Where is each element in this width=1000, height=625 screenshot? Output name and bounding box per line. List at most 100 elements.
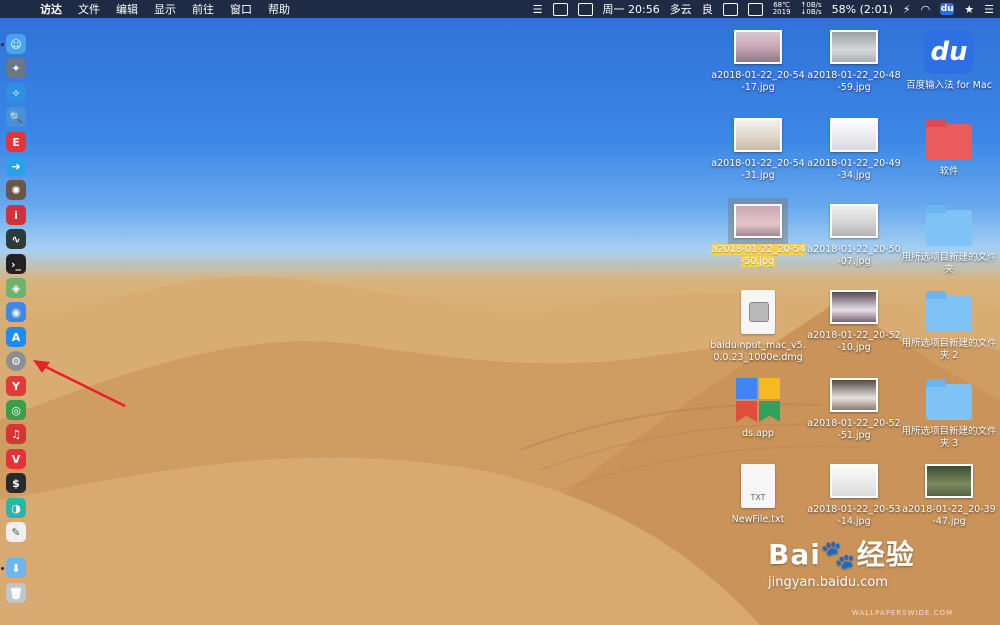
desktop-item-label-text: a2018-01-22_20-54-31.jpg — [711, 158, 805, 181]
image-thumbnail-icon — [830, 30, 878, 64]
migrate-icon[interactable]: ➜ — [6, 156, 26, 176]
netease-icon[interactable]: i — [6, 205, 26, 225]
image-thumbnail-icon — [734, 30, 782, 64]
desktop-item-label-text: a2018-01-22_20-54-50.jpg — [710, 244, 806, 267]
screenshot-icon[interactable] — [722, 2, 738, 16]
desktop-item-13[interactable]: ds.app — [710, 378, 806, 440]
ds-tile-icon — [736, 401, 757, 422]
desktop-item-label-text: a2018-01-22_20-54-17.jpg — [711, 70, 805, 93]
baidu-input-app-icon: du — [924, 30, 974, 74]
music-icon[interactable]: ♫ — [6, 424, 26, 444]
desktop-item-label: NewFile.txt — [710, 514, 806, 526]
activity-icon[interactable]: ∿ — [6, 229, 26, 249]
console-icon[interactable]: $ — [6, 473, 26, 493]
desktop-item-label-text: baiduinput_mac_v5.0.0.23_1000e.dmg — [710, 340, 806, 363]
desktop-item-label: a2018-01-22_20-39-47.jpg — [901, 504, 997, 528]
dock-running-indicator — [1, 567, 4, 570]
net-down: ↓0B/s — [800, 8, 822, 16]
ds-tile-icon — [736, 378, 757, 399]
disk-image-icon — [741, 290, 775, 334]
network-speed[interactable]: ↑0B/s ↓0B/s — [801, 2, 822, 16]
desktop-item-label: a2018-01-22_20-53-14.jpg — [806, 504, 902, 528]
desktop-item-label-text: a2018-01-22_20-52-10.jpg — [807, 330, 901, 353]
desktop-item-8[interactable]: a2018-01-22_20-50-07.jpg — [806, 204, 902, 268]
desktop-item-16[interactable]: TXT NewFile.txt — [710, 464, 806, 526]
desktop-item-label-text: 用所选项目新建的文件夹 3 — [901, 426, 997, 449]
clock[interactable]: 周一 20:56 — [603, 1, 660, 17]
list-icon[interactable]: ☰ — [533, 3, 543, 16]
desktop-item-6[interactable]: 软件 — [901, 118, 997, 178]
desktop-item-3[interactable]: du 百度输入法 for Mac — [901, 30, 997, 92]
desktop-item-5[interactable]: a2018-01-22_20-49-34.jpg — [806, 118, 902, 182]
desktop-item-label: a2018-01-22_20-50-07.jpg — [806, 244, 902, 268]
menu-window[interactable]: 窗口 — [230, 1, 252, 17]
appstore-icon[interactable]: A — [6, 327, 26, 347]
finder-icon[interactable]: ☺ — [6, 34, 26, 54]
desktop-item-label-text: a2018-01-22_20-53-14.jpg — [807, 504, 901, 527]
cleaner-icon[interactable]: ◑ — [6, 498, 26, 518]
desktop-item-1[interactable]: a2018-01-22_20-54-17.jpg — [710, 30, 806, 94]
weather[interactable]: 多云 — [670, 1, 692, 17]
menu-bar: 访达 文件 编辑 显示 前往 窗口 帮助 ☰ 周一 20:56 多云 良 68℃… — [0, 0, 1000, 18]
launchpad-icon[interactable]: ✦ — [6, 58, 26, 78]
baidu-input-menu-icon[interactable]: du — [940, 3, 955, 15]
maps-icon[interactable]: ◈ — [6, 278, 26, 298]
desktop-item-11[interactable]: a2018-01-22_20-52-10.jpg — [806, 290, 902, 354]
baidu-jingyan-watermark: Bai🐾经验 jingyan.baidu.com — [768, 533, 998, 609]
menu-edit[interactable]: 编辑 — [116, 1, 138, 17]
desktop-item-label-text: 用所选项目新建的文件夹 — [901, 252, 997, 275]
desktop-item-label: 软件 — [901, 166, 997, 178]
menu-help[interactable]: 帮助 — [268, 1, 290, 17]
safari-icon[interactable]: ✧ — [6, 83, 26, 103]
disk-glyph-icon — [749, 302, 769, 322]
desktop-item-17[interactable]: a2018-01-22_20-53-14.jpg — [806, 464, 902, 528]
desktop-item-14[interactable]: a2018-01-22_20-52-51.jpg — [806, 378, 902, 442]
notification-center-icon[interactable]: ☰ — [984, 3, 994, 16]
display-icon[interactable] — [552, 2, 568, 16]
ds-tile-icon — [759, 378, 780, 399]
siri-icon[interactable]: ◉ — [6, 302, 26, 322]
downloads-folder-icon[interactable]: ⬇ — [6, 558, 26, 578]
chrome-icon[interactable]: ◎ — [6, 400, 26, 420]
desktop-item-label: 用所选项目新建的文件夹 — [901, 252, 997, 276]
ds-app-icon — [736, 378, 780, 422]
desktop-item-7[interactable]: a2018-01-22_20-54-50.jpg — [710, 198, 806, 268]
temperature-readout[interactable]: 68℃ 2019 — [773, 2, 791, 16]
desktop-item-10[interactable]: baiduinput_mac_v5.0.0.23_1000e.dmg — [710, 290, 806, 364]
image-thumbnail-icon — [830, 290, 878, 324]
preview-icon[interactable]: 🔍 — [6, 107, 26, 127]
system-preferences-icon[interactable]: ⚙ — [6, 351, 26, 371]
desktop[interactable]: 访达 文件 编辑 显示 前往 窗口 帮助 ☰ 周一 20:56 多云 良 68℃… — [0, 0, 1000, 625]
menu-file[interactable]: 文件 — [78, 1, 100, 17]
desktop-item-label-text: a2018-01-22_20-50-07.jpg — [807, 244, 901, 267]
menu-go[interactable]: 前往 — [192, 1, 214, 17]
desktop-item-12[interactable]: 用所选项目新建的文件夹 2 — [901, 290, 997, 362]
battery-status[interactable]: 58% (2:01) — [832, 3, 893, 16]
wifi-icon[interactable]: ◠ — [921, 3, 931, 16]
vivaldi-icon[interactable]: V — [6, 449, 26, 469]
dock-running-indicator — [1, 43, 4, 46]
desktop-item-label-text: 百度输入法 for Mac — [906, 80, 992, 91]
terminal-icon[interactable]: ›_ — [6, 254, 26, 274]
desktop-item-label: ds.app — [710, 428, 806, 440]
menu-view[interactable]: 显示 — [154, 1, 176, 17]
grid-icon[interactable] — [577, 2, 593, 16]
app-red-icon[interactable]: E — [6, 132, 26, 152]
air-quality[interactable]: 良 — [702, 1, 713, 17]
desktop-item-label: 用所选项目新建的文件夹 2 — [901, 338, 997, 362]
desktop-item-15[interactable]: 用所选项目新建的文件夹 3 — [901, 378, 997, 450]
trash-icon[interactable]: 🗑 — [6, 583, 26, 603]
desktop-item-label: a2018-01-22_20-52-10.jpg — [806, 330, 902, 354]
yandex-icon[interactable]: Y — [6, 376, 26, 396]
menu-finder[interactable]: 访达 — [40, 1, 62, 17]
desktop-item-9[interactable]: 用所选项目新建的文件夹 — [901, 204, 997, 276]
desktop-item-18[interactable]: a2018-01-22_20-39-47.jpg — [901, 464, 997, 528]
textedit-icon[interactable]: ✎ — [6, 522, 26, 542]
desktop-item-2[interactable]: a2018-01-22_20-48-59.jpg — [806, 30, 902, 94]
folder-icon — [926, 205, 972, 246]
desktop-item-label-text: 用所选项目新建的文件夹 2 — [901, 338, 997, 361]
notes-icon[interactable] — [747, 2, 763, 16]
desktop-item-4[interactable]: a2018-01-22_20-54-31.jpg — [710, 118, 806, 182]
star-icon[interactable]: ★ — [964, 3, 974, 16]
spider-icon[interactable]: ✺ — [6, 180, 26, 200]
